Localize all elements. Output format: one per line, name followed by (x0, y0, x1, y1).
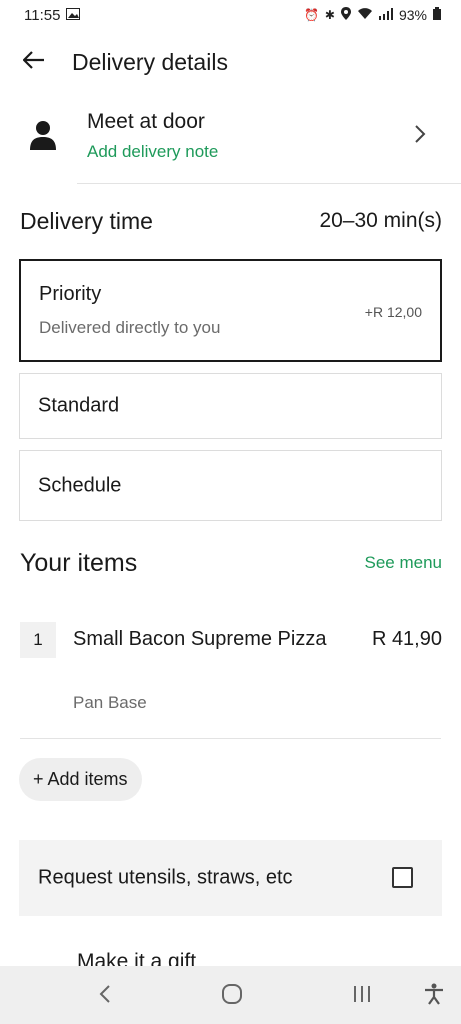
wifi-icon (357, 7, 373, 23)
utensils-checkbox[interactable] (392, 867, 413, 888)
cart-item[interactable]: 1 Small Bacon Supreme Pizza R 41,90 Pan … (0, 616, 461, 726)
nav-accessibility-button[interactable] (418, 980, 450, 1012)
page-title: Delivery details (72, 48, 228, 75)
alarm-icon: ⏰ (303, 8, 319, 22)
delivery-option-schedule[interactable]: Schedule (19, 450, 442, 521)
dropoff-option-row[interactable]: Meet at door Add delivery note (0, 100, 461, 184)
add-delivery-note-link[interactable]: Add delivery note (87, 142, 218, 162)
utensils-row[interactable]: Request utensils, straws, etc (19, 840, 442, 916)
delivery-eta: 20–30 min(s) (319, 209, 442, 232)
delivery-option-standard[interactable]: Standard (19, 373, 442, 439)
nav-recents-button[interactable] (346, 980, 378, 1012)
location-icon (340, 7, 351, 23)
chevron-right-icon (414, 124, 426, 149)
gallery-icon (66, 7, 81, 24)
utensils-label: Request utensils, straws, etc (38, 866, 293, 889)
arrow-left-icon (22, 50, 45, 74)
delivery-option-priority[interactable]: Priority Delivered directly to you +R 12… (19, 259, 442, 362)
divider (20, 738, 441, 739)
option-label: Standard (38, 394, 120, 417)
delivery-time-header: Delivery time 20–30 min(s) (20, 203, 442, 239)
items-header: Your items See menu (20, 545, 442, 581)
battery-icon (433, 7, 441, 23)
person-icon (30, 120, 56, 155)
home-circle-icon (221, 983, 243, 1010)
bluetooth-icon: ✱ (324, 8, 335, 22)
option-description: Delivered directly to you (39, 318, 221, 337)
recents-icon (352, 985, 372, 1008)
battery-percent: 93% (398, 7, 427, 23)
item-price: R 41,90 (371, 628, 442, 650)
divider (77, 183, 461, 184)
add-items-button[interactable]: + Add items (19, 758, 142, 801)
item-modifier: Pan Base (73, 693, 147, 712)
dropoff-title: Meet at door (87, 110, 205, 133)
chevron-left-icon (99, 984, 111, 1009)
system-nav-bar (0, 966, 461, 1024)
item-name: Small Bacon Supreme Pizza (73, 628, 327, 650)
items-title: Your items (20, 548, 138, 577)
accessibility-icon (424, 983, 444, 1010)
option-label: Schedule (38, 474, 122, 496)
status-time: 11:55 (24, 6, 61, 24)
nav-back-button[interactable] (89, 980, 121, 1012)
nav-home-button[interactable] (216, 980, 248, 1012)
signal-icon (378, 7, 393, 23)
see-menu-link[interactable]: See menu (365, 553, 443, 573)
back-button[interactable] (20, 48, 48, 76)
item-quantity[interactable]: 1 (20, 622, 56, 658)
option-label: Priority (39, 283, 102, 305)
status-bar: 11:55 ⏰ ✱ 93% (0, 0, 461, 30)
header: Delivery details (0, 40, 461, 84)
delivery-time-title: Delivery time (20, 207, 153, 234)
option-price: +R 12,00 (364, 304, 422, 320)
